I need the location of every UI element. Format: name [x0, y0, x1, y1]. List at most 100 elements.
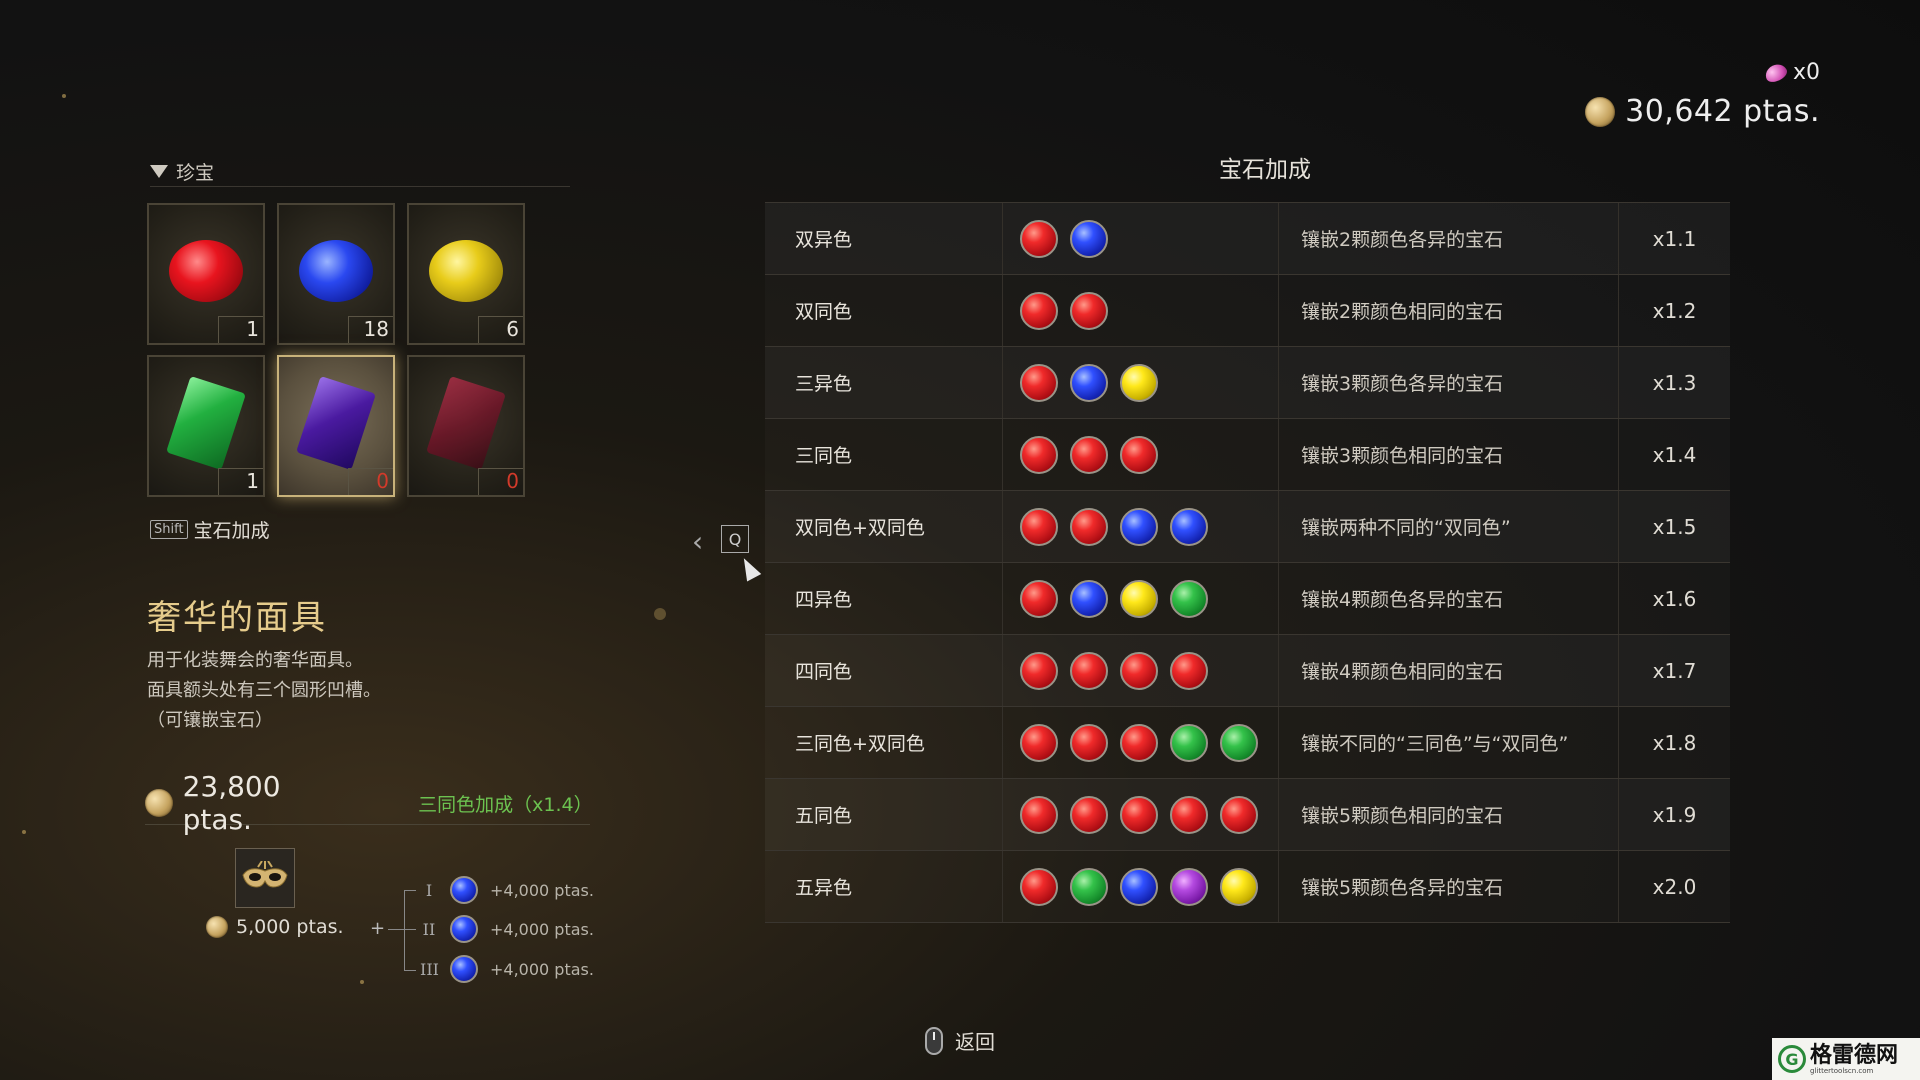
item-description-line: 用于化装舞会的奢华面具。 [147, 650, 363, 671]
bonus-gem-combo [1003, 563, 1279, 634]
gem-slot[interactable]: 18 [277, 203, 395, 345]
gem-slot[interactable]: 0 [407, 355, 525, 497]
bonus-description: 镶嵌4颗颜色各异的宝石 [1279, 563, 1619, 634]
socket-value: +4,000 ptas. [490, 919, 594, 939]
bonus-gem-combo [1003, 203, 1279, 274]
bonus-row: 四同色 镶嵌4颗颜色相同的宝石 x1.7 [765, 635, 1730, 707]
socket-numeral: III [420, 959, 439, 979]
bonus-gem-combo [1003, 275, 1279, 346]
sparkle [22, 830, 26, 834]
gem-count: 18 [363, 317, 389, 341]
red-gem-icon [1070, 507, 1108, 546]
gem-bonus-table: 双异色 镶嵌2颗颜色各异的宝石 x1.1 双同色 镶嵌2颗颜色相同的宝石 x1.2 三异色镶… [765, 202, 1730, 923]
red-gem-icon [1020, 651, 1058, 690]
red-gem-icon [1020, 723, 1058, 762]
blue-gem-icon [450, 876, 478, 904]
gem-slot[interactable]: 6 [407, 203, 525, 345]
tree-connector [404, 890, 416, 891]
red-gem-icon [1020, 579, 1058, 618]
bonus-description: 镶嵌4颗颜色相同的宝石 [1279, 635, 1619, 706]
yellow-gem-icon [429, 240, 503, 303]
bonus-multiplier: x1.9 [1652, 802, 1697, 827]
gem-slot[interactable]: 1 [147, 355, 265, 497]
yellow-gem-icon [1120, 579, 1158, 618]
yellow-gem-icon [1120, 363, 1158, 402]
table-title: 宝石加成 [1219, 157, 1311, 183]
bonus-row: 三同色 镶嵌3颗颜色相同的宝石 x1.4 [765, 419, 1730, 491]
red-gem-icon [169, 240, 243, 303]
red-gem-icon [1170, 651, 1208, 690]
gem-count: 0 [506, 469, 519, 493]
bonus-multiplier: x1.6 [1652, 586, 1697, 611]
bonus-name: 四同色 [765, 635, 1003, 706]
gem-count: 6 [506, 317, 519, 341]
tree-connector [404, 890, 405, 970]
bonus-description: 镶嵌2颗颜色相同的宝石 [1279, 275, 1619, 346]
bonus-gem-combo [1003, 851, 1279, 922]
bonus-gem-combo [1003, 707, 1279, 778]
q-key-icon[interactable]: Q [721, 525, 749, 553]
tree-connector [388, 929, 404, 930]
prev-page-arrow[interactable]: ‹ [692, 525, 703, 558]
watermark-text: 格雷德网 [1810, 1042, 1899, 1068]
red-gem-icon [1120, 795, 1158, 834]
yellow-gem-icon [1220, 867, 1258, 906]
bonus-name: 三同色+双同色 [765, 707, 1003, 778]
gem-bonus-hint-label: 宝石加成 [193, 520, 270, 542]
coin-icon [1585, 96, 1616, 127]
bonus-gem-combo [1003, 347, 1279, 418]
bonus-gem-combo [1003, 419, 1279, 490]
base-price: 5,000 ptas. [206, 916, 344, 938]
bonus-multiplier: x1.3 [1652, 370, 1697, 395]
watermark-url: glittertoolscn.com [1810, 1067, 1874, 1075]
red-gem-icon [1020, 795, 1058, 834]
red-gem-icon [1120, 723, 1158, 762]
bonus-name: 五同色 [765, 779, 1003, 850]
diamond-icon [150, 164, 168, 178]
bonus-gem-combo [1003, 491, 1279, 562]
green-gem-icon [1170, 723, 1208, 762]
gem-count: 1 [246, 317, 259, 341]
gem-slot[interactable]: 1 [147, 203, 265, 345]
bonus-name: 双异色 [765, 203, 1003, 274]
blue-gem-icon [1070, 219, 1108, 258]
item-price-value: 23,800 ptas. [182, 770, 281, 836]
back-button[interactable]: 返回 [925, 1026, 995, 1055]
red-gem-icon [1020, 435, 1058, 474]
red-gem-icon [1070, 795, 1108, 834]
socket-value: +4,000 ptas. [490, 959, 594, 979]
sparkle [62, 94, 66, 98]
base-price-value: 5,000 ptas. [236, 916, 344, 938]
green-gem-icon [166, 376, 246, 471]
bonus-name: 三异色 [765, 347, 1003, 418]
price-row: 23,800 ptas. 三同色加成（x1.4） [145, 770, 593, 836]
red-gem-icon [1070, 291, 1108, 330]
bonus-name: 双同色+双同色 [765, 491, 1003, 562]
gem-count: 0 [376, 469, 389, 493]
bonus-description: 镶嵌两种不同的“双同色” [1279, 491, 1619, 562]
gem-slot[interactable]: 0 [277, 355, 395, 497]
blue-gem-icon [450, 915, 478, 943]
gem-bonus-hint[interactable]: Shift 宝石加成 [150, 516, 270, 543]
bonus-name: 三同色 [765, 419, 1003, 490]
blue-gem-icon [1120, 867, 1158, 906]
gem-count: 1 [246, 469, 259, 493]
red-gem-icon [1120, 651, 1158, 690]
tree-connector [404, 970, 416, 971]
gem-slot-grid: 1 18 6 1 0 0 [147, 203, 527, 497]
coin-icon [206, 916, 228, 938]
bonus-gem-combo [1003, 779, 1279, 850]
coin-icon [145, 789, 173, 817]
blue-gem-icon [299, 240, 373, 303]
blue-gem-icon [450, 955, 478, 983]
item-name: 奢华的面具 [147, 598, 327, 638]
red-gem-icon [1020, 507, 1058, 546]
gem-shard-counter: x0 [1762, 60, 1820, 85]
shard-count: x0 [1792, 60, 1820, 85]
green-gem-icon [1070, 867, 1108, 906]
money-amount: 30,642 ptas. [1625, 94, 1820, 129]
bonus-row: 五异色 镶嵌5颗颜色各异的宝石 x2.0 [765, 851, 1730, 923]
bonus-label: 三同色加成（x1.4） [418, 793, 593, 816]
blue-gem-icon [1070, 579, 1108, 618]
bonus-multiplier: x1.2 [1652, 298, 1697, 323]
